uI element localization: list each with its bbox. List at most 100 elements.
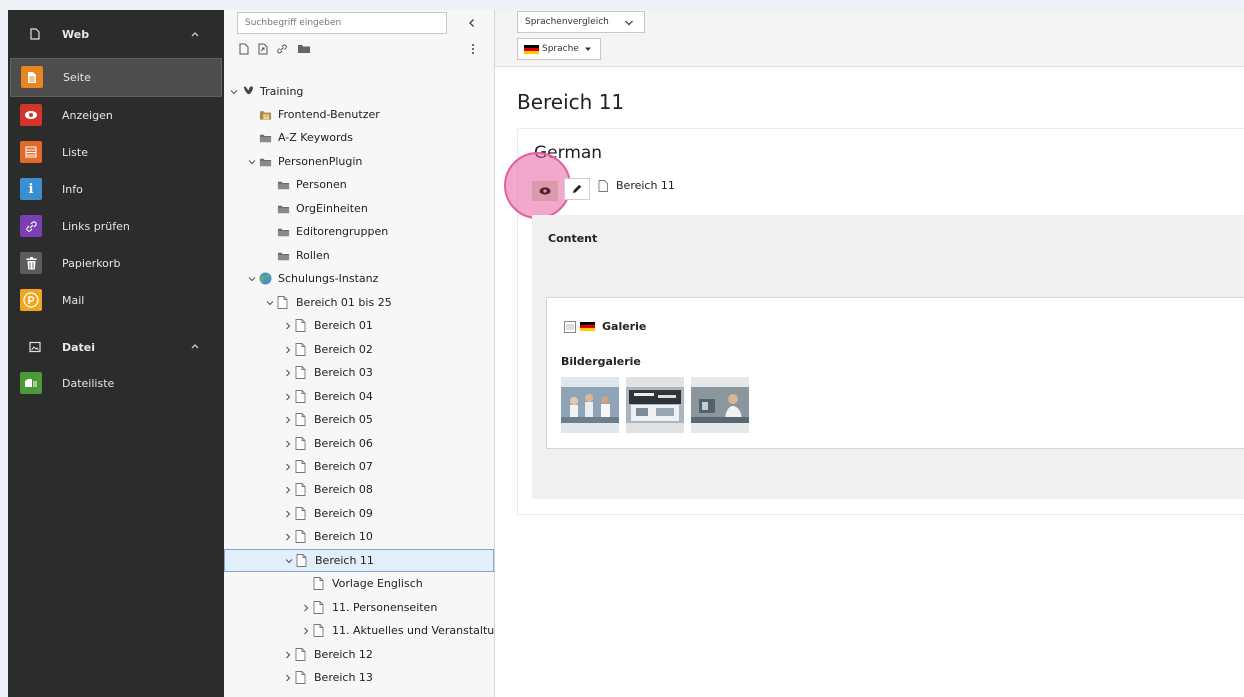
tree-node-label: Rollen (296, 249, 330, 262)
tree-node[interactable]: Bereich 01 (283, 314, 373, 337)
tree-node-label: Bereich 08 (314, 483, 373, 496)
new-page-icon[interactable] (238, 43, 250, 55)
tree-node[interactable]: 11. Aktuelles und Veranstaltungen (301, 619, 494, 642)
module-item-info[interactable]: i Info (8, 171, 224, 208)
tree-node[interactable]: Bereich 07 (283, 455, 373, 478)
edit-page-button[interactable] (564, 178, 590, 200)
content-element-type: Bildergalerie (561, 355, 641, 368)
collapse-left-icon[interactable] (467, 17, 477, 29)
module-item-dateiliste[interactable]: Dateiliste (8, 365, 224, 402)
trash-icon (20, 252, 42, 274)
page-icon (295, 413, 308, 427)
tree-node-label: Bereich 12 (314, 648, 373, 661)
image-icon (29, 341, 41, 353)
module-item-anzeigen[interactable]: Anzeigen (8, 97, 224, 134)
page-icon (296, 554, 309, 568)
chevron-right-icon[interactable] (283, 368, 293, 378)
gallery-thumbnail[interactable] (561, 377, 619, 433)
link-icon[interactable] (276, 43, 288, 55)
chevron-right-icon[interactable] (283, 650, 293, 660)
view-mode-select[interactable]: Sprachenvergleich (517, 11, 645, 33)
chevron-right-icon[interactable] (283, 532, 293, 542)
gallery-thumbnail[interactable] (691, 377, 749, 433)
view-page-button[interactable] (532, 181, 558, 201)
tree-node-label: 11. Personenseiten (332, 601, 438, 614)
module-item-seite[interactable]: Seite (10, 58, 222, 97)
folder-icon[interactable] (297, 43, 311, 55)
page-reference[interactable]: Bereich 11 (598, 179, 675, 192)
page-module-icon (21, 66, 43, 88)
folder-icon (259, 155, 272, 169)
tree-node-label: Bereich 01 bis 25 (296, 296, 392, 309)
page-icon (295, 671, 308, 685)
tree-node[interactable]: Bereich 09 (283, 502, 373, 525)
module-group-datei[interactable]: Datei (8, 329, 224, 365)
tree-node[interactable]: Rollen (265, 244, 330, 267)
gallery-thumbnail[interactable] (626, 377, 684, 433)
chevron-down-icon[interactable] (265, 298, 275, 308)
chevron-down-icon[interactable] (284, 556, 294, 566)
chevron-right-icon[interactable] (283, 462, 293, 472)
chevron-down-icon[interactable] (247, 274, 257, 284)
tree-node[interactable]: Bereich 10 (283, 525, 373, 548)
chevron-right-icon[interactable] (283, 509, 293, 519)
tree-node[interactable]: Bereich 13 (283, 666, 373, 689)
tree-node-label: Bereich 11 (315, 554, 374, 567)
tree-node[interactable]: Vorlage Englisch (301, 572, 423, 595)
page-icon (295, 319, 308, 333)
tree-node[interactable]: 11. Personenseiten (301, 596, 437, 619)
tree-node[interactable]: OrgEinheiten (265, 197, 368, 220)
tree-node[interactable]: Bereich 04 (283, 385, 373, 408)
module-item-label: Anzeigen (62, 109, 113, 122)
chevron-right-icon[interactable] (283, 485, 293, 495)
content-element-card[interactable]: Galerie Bildergalerie (546, 297, 1244, 449)
tree-search-input[interactable] (237, 12, 447, 34)
gallery-type-icon (564, 320, 576, 333)
tree-node[interactable]: Bereich 06 (283, 432, 373, 455)
chevron-down-icon[interactable] (247, 157, 257, 167)
tree-node[interactable]: Bereich 02 (283, 338, 373, 361)
tree-node[interactable]: Frontend-Benutzer (247, 103, 380, 126)
tree-node[interactable]: Schulungs-Instanz (247, 267, 378, 290)
chevron-right-icon[interactable] (301, 626, 311, 636)
chevron-right-icon[interactable] (283, 321, 293, 331)
tree-node[interactable]: Editorengruppen (265, 220, 388, 243)
chevron-right-icon[interactable] (283, 392, 293, 402)
chevron-right-icon[interactable] (301, 603, 311, 613)
tree-node[interactable]: A-Z Keywords (247, 126, 353, 149)
module-item-links-pruefen[interactable]: Links prüfen (8, 208, 224, 245)
chevron-right-icon[interactable] (283, 673, 293, 683)
chevron-right-icon[interactable] (283, 415, 293, 425)
chevron-down-icon[interactable] (229, 87, 239, 97)
chevron-right-icon[interactable] (283, 345, 293, 355)
page-shortcut-icon[interactable] (257, 43, 269, 55)
tree-node-label: Bereich 03 (314, 366, 373, 379)
module-item-papierkorb[interactable]: Papierkorb (8, 245, 224, 282)
language-button[interactable]: Sprache (517, 38, 601, 60)
module-group-web[interactable]: Web (8, 10, 224, 58)
language-column: German Bereich 11 Content Galerie Bilder… (504, 128, 1244, 515)
tree-node-label: Bereich 01 (314, 319, 373, 332)
tree-node[interactable]: Bereich 12 (283, 643, 373, 666)
users-folder-icon (259, 108, 272, 122)
more-options-icon[interactable] (470, 43, 476, 55)
tree-node[interactable]: PersonenPlugin (247, 150, 362, 173)
page-icon (295, 460, 308, 474)
tree-node-label: A-Z Keywords (278, 131, 353, 144)
folder-icon (277, 225, 290, 239)
chevron-right-icon[interactable] (283, 439, 293, 449)
tree-node[interactable]: Bereich 01 bis 25 (265, 291, 392, 314)
tree-node[interactable]: Bereich 08 (283, 478, 373, 501)
tree-node[interactable]: Bereich 05 (283, 408, 373, 431)
module-item-liste[interactable]: Liste (8, 134, 224, 171)
module-item-mail[interactable]: Mail (8, 282, 224, 319)
tree-node[interactable]: Training (229, 80, 303, 103)
tree-node[interactable]: Bereich 11 (224, 549, 494, 572)
tree-node[interactable]: Personen (265, 173, 347, 196)
tree-node[interactable]: Bereich 03 (283, 361, 373, 384)
tree-node-label: Schulungs-Instanz (278, 272, 379, 285)
